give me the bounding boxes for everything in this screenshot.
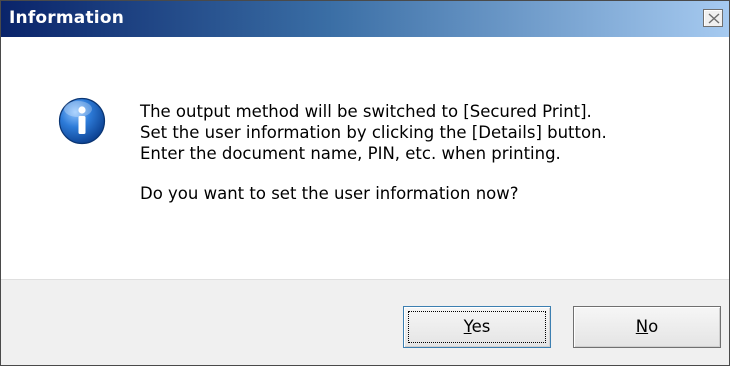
dialog-body: The output method will be switched to [S… [1,37,729,279]
yes-button-label: Yes [464,317,491,336]
close-button[interactable] [703,9,723,27]
message-line: Enter the document name, PIN, etc. when … [140,144,561,163]
message-line: The output method will be switched to [S… [140,102,592,121]
yes-label-rest: es [471,317,491,336]
no-button[interactable]: No [573,306,721,348]
title-bar[interactable]: Information [1,1,729,37]
no-button-label: No [636,317,658,336]
message-line: Set the user information by clicking the… [140,123,607,142]
no-label-rest: o [648,317,659,336]
info-icon [58,97,106,145]
message-text: The output method will be switched to [S… [140,101,607,204]
dialog-title: Information [9,8,125,28]
question-text: Do you want to set the user information … [140,184,519,203]
button-bar: Yes No [1,279,729,365]
close-icon [708,13,720,24]
yes-button[interactable]: Yes [403,306,551,348]
yes-accelerator-key: Y [463,317,472,336]
information-dialog: Information The output method will be sw… [0,0,730,366]
no-accelerator-key: N [635,317,649,336]
